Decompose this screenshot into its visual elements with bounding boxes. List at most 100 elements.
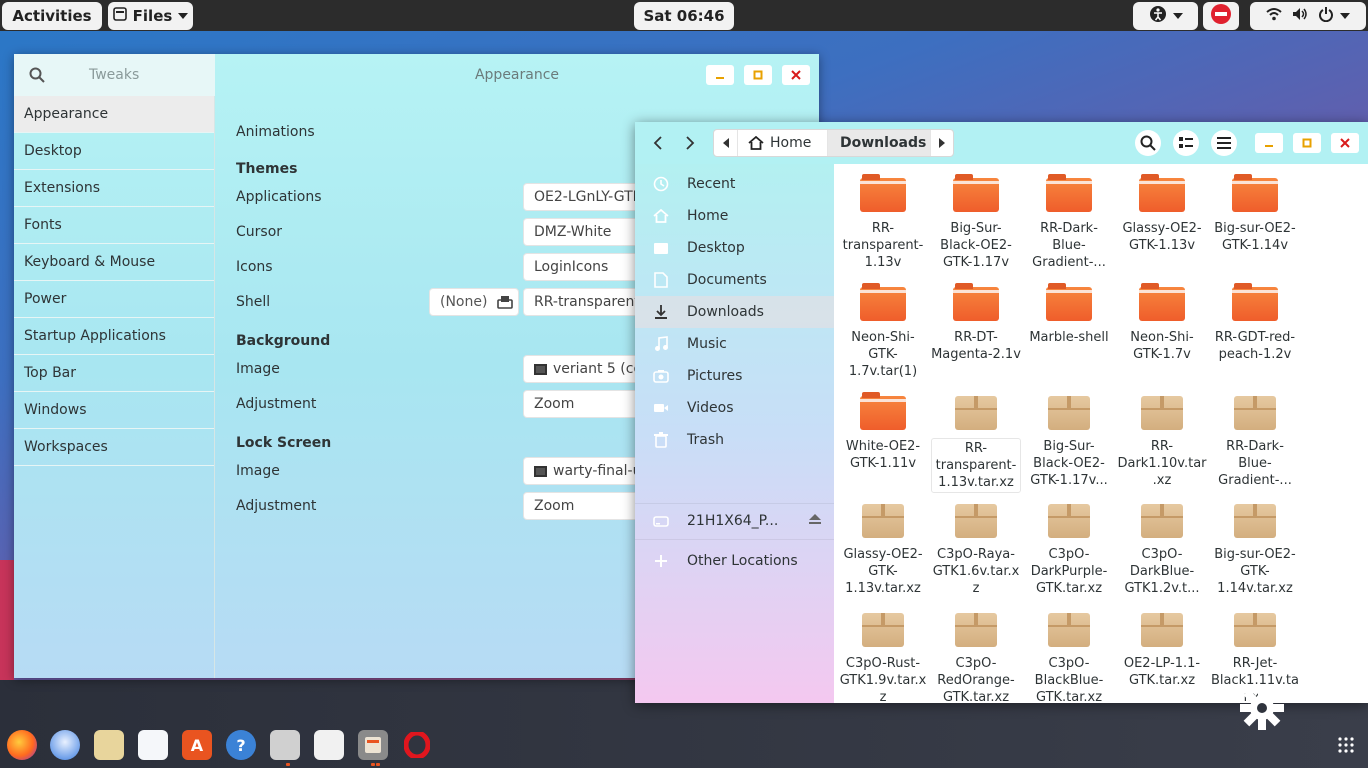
breadcrumb-downloads[interactable]: Downloads	[828, 130, 930, 156]
search-button[interactable]	[26, 64, 48, 86]
minimize-button[interactable]	[706, 65, 734, 85]
close-button[interactable]	[782, 65, 810, 85]
shell-file-chooser[interactable]: (None)	[429, 288, 519, 316]
archive-icon	[1046, 500, 1092, 540]
file-label: Neon-Shi-GTK-1.7v.tar(1)	[848, 330, 918, 379]
sidebar-item-desktop[interactable]: Desktop	[14, 133, 214, 170]
breadcrumb-scroll-left[interactable]	[714, 130, 738, 156]
folder-item[interactable]: RR-GDT-red-peach-1.2v	[1210, 283, 1300, 363]
sidebar-item-recent[interactable]: Recent	[635, 168, 834, 200]
rhythmbox-icon[interactable]	[94, 730, 124, 760]
folder-item[interactable]: Big-Sur-Black-OE2-GTK-1.17v	[931, 174, 1021, 271]
archive-item[interactable]: C3pO-Rust-GTK1.9v.tar.xz	[838, 609, 928, 703]
sidebar-item-top-bar[interactable]: Top Bar	[14, 355, 214, 392]
archive-item[interactable]: RR-Dark-Blue-Gradient-...	[1210, 392, 1300, 489]
lock-adjustment-value: Zoom	[534, 498, 575, 514]
sidebar-item-documents[interactable]: Documents	[635, 264, 834, 296]
thunderbird-icon[interactable]	[50, 730, 80, 760]
file-label: C3pO-DarkBlue-GTK1.2v.t...	[1124, 547, 1200, 596]
clock-button[interactable]: Sat 06:46	[634, 2, 734, 30]
sidebar-item-windows[interactable]: Windows	[14, 392, 214, 429]
icons-theme-dropdown[interactable]: LoginIcons	[523, 253, 653, 281]
archive-item[interactable]: Big-sur-OE2-GTK-1.14v.tar.xz	[1210, 500, 1300, 597]
sidebar-item-extensions[interactable]: Extensions	[14, 170, 214, 207]
archive-item[interactable]: Glassy-OE2-GTK-1.13v.tar.xz	[838, 500, 928, 597]
sidebar-item-home[interactable]: Home	[635, 200, 834, 232]
accessibility-menu[interactable]	[1133, 2, 1198, 30]
archive-item[interactable]: C3pO-Raya-GTK1.6v.tar.xz	[931, 500, 1021, 597]
search-button[interactable]	[1135, 130, 1161, 156]
sidebar-item-pictures[interactable]: Pictures	[635, 360, 834, 392]
back-button[interactable]	[647, 132, 669, 154]
activities-button[interactable]: Activities	[2, 2, 102, 30]
maximize-button[interactable]	[744, 65, 772, 85]
view-toggle-button[interactable]	[1173, 130, 1199, 156]
help-icon[interactable]: ?	[226, 730, 256, 760]
do-not-disturb-indicator[interactable]	[1203, 2, 1239, 30]
folder-item[interactable]: RR-transparent-1.13v	[838, 174, 928, 271]
sidebar-item-other-locations[interactable]: Other Locations	[635, 545, 834, 577]
sidebar-item-startup-applications[interactable]: Startup Applications	[14, 318, 214, 355]
archive-item[interactable]: C3pO-RedOrange-GTK.tar.xz	[931, 609, 1021, 703]
sidebar-item-drive[interactable]: 21H1X64_P...	[635, 505, 834, 537]
sidebar-item-videos[interactable]: Videos	[635, 392, 834, 424]
sidebar-item-appearance[interactable]: Appearance	[14, 96, 214, 133]
sidebar-item-downloads[interactable]: Downloads	[635, 296, 834, 328]
applications-theme-dropdown[interactable]: OE2-LGnLY-GTK	[523, 183, 653, 211]
forward-button[interactable]	[679, 132, 701, 154]
folder-item[interactable]: Neon-Shi-GTK-1.7v	[1117, 283, 1207, 363]
text-editor-icon[interactable]	[314, 730, 344, 760]
folder-item[interactable]: RR-Dark-Blue-Gradient-...	[1024, 174, 1114, 271]
breadcrumb-scroll-right[interactable]	[930, 130, 953, 156]
archive-item[interactable]: RR-transparent-1.13v.tar.xz	[931, 392, 1021, 493]
sidebar-item-power[interactable]: Power	[14, 281, 214, 318]
screenshot-icon[interactable]	[270, 730, 300, 760]
archive-item[interactable]: Big-Sur-Black-OE2-GTK-1.17v...	[1024, 392, 1114, 489]
files-icon[interactable]	[358, 730, 388, 760]
maximize-button[interactable]	[1293, 133, 1321, 153]
folder-item[interactable]: Neon-Shi-GTK-1.7v.tar(1)	[838, 283, 928, 380]
background-image-chooser[interactable]: veriant 5 (co	[523, 355, 653, 383]
folder-icon	[860, 283, 906, 323]
lock-adjustment-dropdown[interactable]: Zoom	[523, 492, 653, 520]
folder-item[interactable]: White-OE2-GTK-1.11v	[838, 392, 928, 472]
sidebar-item-workspaces[interactable]: Workspaces	[14, 429, 214, 466]
close-button[interactable]	[1331, 133, 1359, 153]
archive-item[interactable]: C3pO-DarkBlue-GTK1.2v.t...	[1117, 500, 1207, 597]
background-adjustment-dropdown[interactable]: Zoom	[523, 390, 653, 418]
archive-item[interactable]: OE2-LP-1.1-GTK.tar.xz	[1117, 609, 1207, 689]
system-menu[interactable]	[1250, 2, 1366, 30]
shell-theme-dropdown[interactable]: RR-transparent	[523, 288, 653, 316]
minimize-button[interactable]	[1255, 133, 1283, 153]
cursor-theme-dropdown[interactable]: DMZ-White	[523, 218, 653, 246]
breadcrumb-home-label: Home	[770, 135, 812, 151]
archive-item[interactable]: RR-Dark1.10v.tar.xz	[1117, 392, 1207, 489]
app-menu-button[interactable]: Files	[108, 2, 193, 30]
archive-item[interactable]: C3pO-DarkPurple-GTK.tar.xz	[1024, 500, 1114, 597]
breadcrumb-home[interactable]: Home	[738, 130, 828, 156]
libreoffice-writer-icon[interactable]	[138, 730, 168, 760]
show-apps-icon[interactable]	[1331, 730, 1361, 760]
opera-icon[interactable]	[402, 730, 432, 760]
sidebar-item-trash[interactable]: Trash	[635, 424, 834, 456]
hamburger-menu-button[interactable]	[1211, 130, 1237, 156]
eject-icon[interactable]	[808, 513, 822, 529]
file-label: RR-Dark1.10v.tar.xz	[1117, 439, 1207, 488]
applications-theme-value: OE2-LGnLY-GTK	[534, 189, 642, 205]
folder-item[interactable]: Glassy-OE2-GTK-1.13v	[1117, 174, 1207, 254]
sidebar-item-fonts[interactable]: Fonts	[14, 207, 214, 244]
folder-icon	[860, 392, 906, 432]
archive-item[interactable]: C3pO-BlackBlue-GTK.tar.xz	[1024, 609, 1114, 703]
sidebar-item-label: Pictures	[687, 368, 743, 384]
software-center-icon[interactable]: A	[182, 730, 212, 760]
firefox-icon[interactable]	[7, 730, 37, 760]
lock-image-chooser[interactable]: warty-final-u	[523, 457, 653, 485]
sidebar-item-keyboard-mouse[interactable]: Keyboard & Mouse	[14, 244, 214, 281]
file-label: RR-transparent-1.13v	[842, 221, 924, 270]
sidebar-item-desktop[interactable]: Desktop	[635, 232, 834, 264]
folder-item[interactable]: RR-DT-Magenta-2.1v	[931, 283, 1021, 363]
sidebar-item-music[interactable]: Music	[635, 328, 834, 360]
file-chooser-icon	[497, 296, 514, 309]
folder-item[interactable]: Marble-shell	[1024, 283, 1114, 346]
folder-item[interactable]: Big-sur-OE2-GTK-1.14v	[1210, 174, 1300, 254]
